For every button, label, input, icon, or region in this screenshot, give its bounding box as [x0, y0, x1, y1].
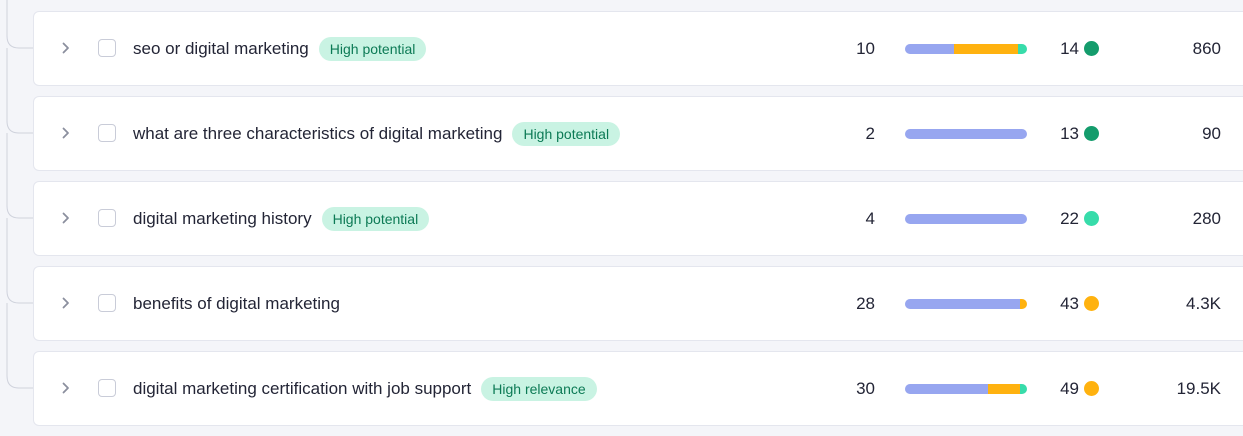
metric-value-c: 19.5K [1176, 379, 1221, 398]
metric-value-a: 28 [856, 294, 875, 313]
keyword-list: seo or digital marketing High potential … [0, 0, 1243, 436]
bar-segment [953, 44, 1019, 54]
metric-value-c: 280 [1192, 209, 1221, 228]
bar-segment [987, 384, 1020, 394]
distribution-bar [905, 129, 1027, 139]
keyword-cell: what are three characteristics of digita… [133, 121, 621, 147]
chevron-right-icon[interactable] [58, 295, 74, 311]
metric-value-b: 13 [1060, 124, 1079, 143]
metric-value-b: 43 [1060, 294, 1079, 313]
bar-segment [1019, 299, 1027, 309]
chevron-right-icon[interactable] [58, 210, 74, 226]
table-row[interactable]: what are three characteristics of digita… [33, 96, 1243, 171]
chevron-right-icon[interactable] [58, 380, 74, 396]
indicator-dot [1084, 41, 1099, 56]
distribution-bar [905, 299, 1027, 309]
keyword-link[interactable]: digital marketing certification with job… [133, 379, 471, 399]
status-badge: High potential [318, 37, 427, 61]
row-checkbox[interactable] [98, 379, 116, 397]
keyword-cell: digital marketing history High potential [133, 206, 430, 232]
indicator-dot [1084, 381, 1099, 396]
bar-segment [905, 44, 954, 54]
metric-value-c: 860 [1192, 39, 1221, 58]
metric-value-a: 30 [856, 379, 875, 398]
metric-value-a: 2 [865, 124, 875, 143]
row-checkbox[interactable] [98, 294, 116, 312]
row-checkbox[interactable] [98, 209, 116, 227]
keyword-cell: benefits of digital marketing [133, 291, 340, 317]
table-row[interactable]: benefits of digital marketing 28 43 4.3K [33, 266, 1243, 341]
row-checkbox[interactable] [98, 39, 116, 57]
table-row[interactable]: digital marketing certification with job… [33, 351, 1243, 426]
bar-segment [905, 299, 1020, 309]
status-badge: High potential [321, 207, 430, 231]
keyword-link[interactable]: digital marketing history [133, 209, 312, 229]
row-checkbox[interactable] [98, 124, 116, 142]
bar-segment [905, 214, 1027, 224]
metric-value-c: 90 [1202, 124, 1221, 143]
indicator-dot [1084, 126, 1099, 141]
metric-value-a: 10 [856, 39, 875, 58]
distribution-bar [905, 384, 1027, 394]
bar-segment [905, 384, 988, 394]
table-row[interactable]: digital marketing history High potential… [33, 181, 1243, 256]
bar-segment [905, 129, 1027, 139]
keyword-link[interactable]: seo or digital marketing [133, 39, 309, 59]
metric-value-b: 22 [1060, 209, 1079, 228]
chevron-right-icon[interactable] [58, 40, 74, 56]
bar-segment [1018, 44, 1027, 54]
keyword-cell: seo or digital marketing High potential [133, 36, 427, 62]
indicator-dot [1084, 296, 1099, 311]
metric-value-c: 4.3K [1186, 294, 1221, 313]
keyword-link[interactable]: benefits of digital marketing [133, 294, 340, 314]
status-badge: High potential [512, 122, 621, 146]
metric-value-b: 49 [1060, 379, 1079, 398]
tree-connector-lines [6, 0, 34, 389]
metric-value-b: 14 [1060, 39, 1079, 58]
keyword-link[interactable]: what are three characteristics of digita… [133, 124, 502, 144]
distribution-bar [905, 44, 1027, 54]
bar-segment [1019, 384, 1027, 394]
keyword-cell: digital marketing certification with job… [133, 376, 597, 402]
indicator-dot [1084, 211, 1099, 226]
table-row[interactable]: seo or digital marketing High potential … [33, 11, 1243, 86]
chevron-right-icon[interactable] [58, 125, 74, 141]
distribution-bar [905, 214, 1027, 224]
metric-value-a: 4 [865, 209, 875, 228]
status-badge: High relevance [481, 377, 597, 401]
